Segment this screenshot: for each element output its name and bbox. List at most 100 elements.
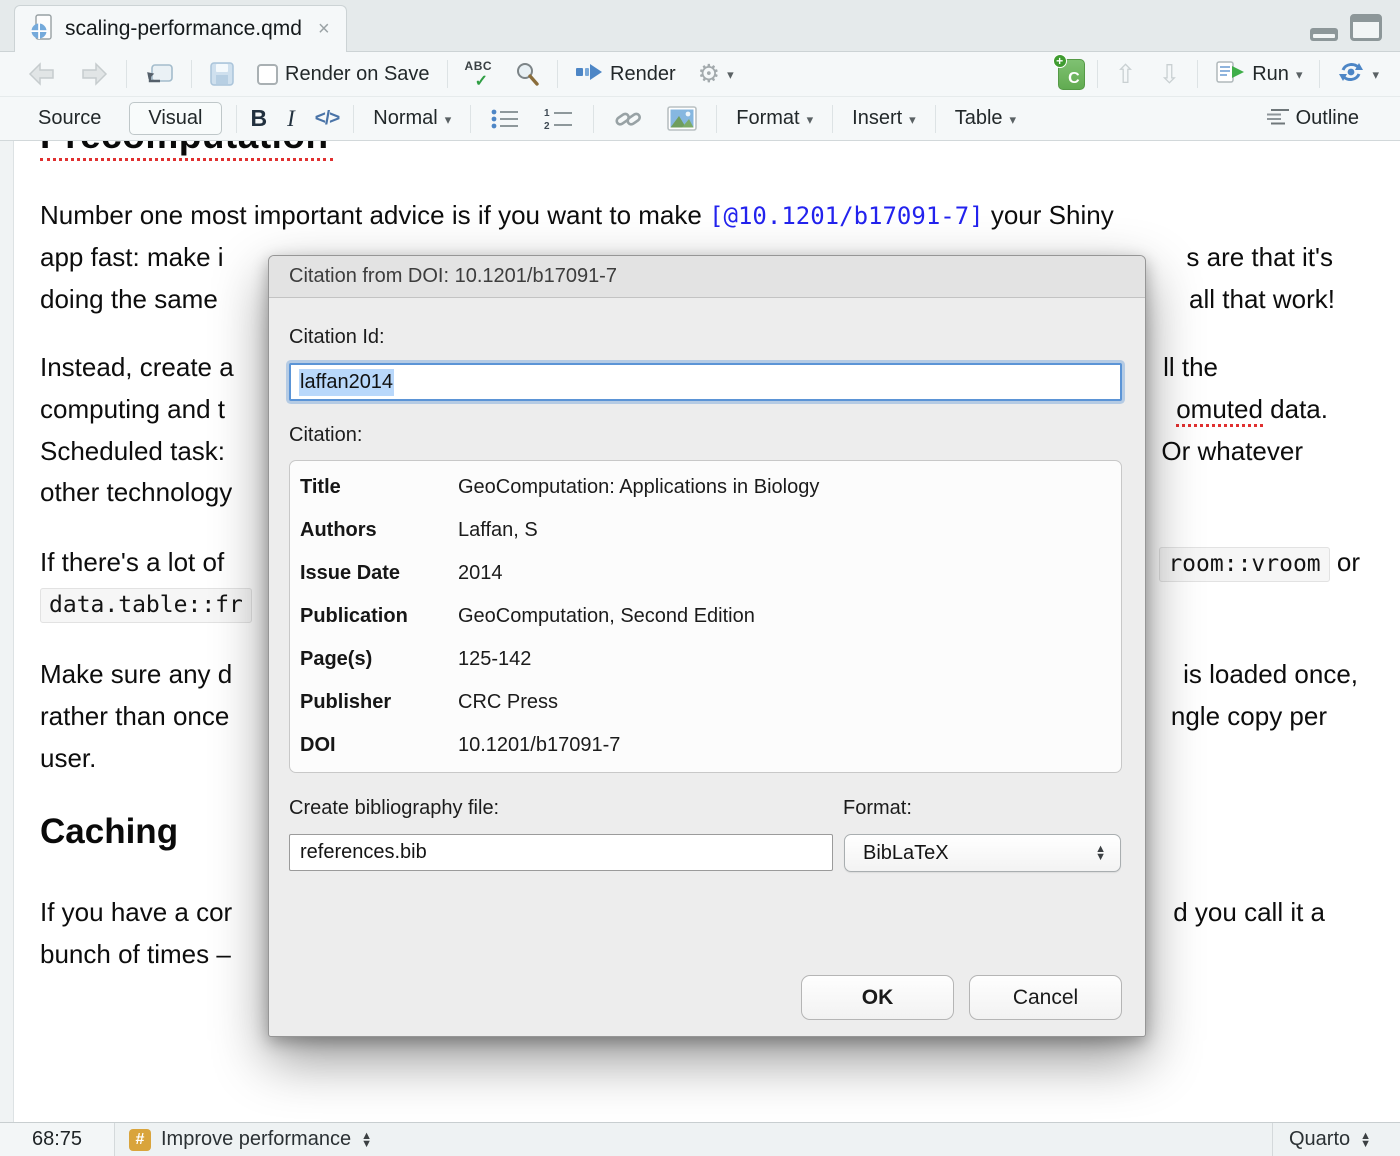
bibliography-file-label: Create bibliography file: (289, 797, 499, 820)
doc-line: user. (40, 743, 96, 774)
doc-line: is loaded once, (1183, 659, 1358, 690)
render-button[interactable]: Render (570, 57, 681, 92)
citation-id-input[interactable]: laffan2014 (289, 363, 1122, 401)
doc-line: computing and t (40, 394, 225, 425)
bibliography-file-input[interactable] (289, 834, 833, 871)
misspelled-word: omuted (1176, 394, 1263, 427)
outline-icon (1267, 107, 1289, 130)
doc-line: bunch of times – (40, 939, 231, 970)
doc-line: Instead, create a (40, 352, 234, 383)
mode-picker[interactable]: Quarto ▲▼ (1272, 1123, 1400, 1156)
render-options-button[interactable]: ⚙ ▾ (693, 59, 739, 90)
render-on-save-toggle[interactable]: Render on Save (252, 60, 435, 89)
doc-line: Scheduled task: (40, 436, 225, 467)
doc-line: d you call it a (1173, 897, 1325, 928)
doc-line: If you have a cor (40, 897, 232, 928)
inline-code-button[interactable]: </> (315, 108, 339, 130)
doc-line: Number one most important advice is if y… (40, 200, 1114, 231)
doc-line: room::vroom or (1159, 547, 1360, 578)
doc-line: other technology (40, 477, 232, 508)
chunk-c-glyph: C (1068, 70, 1080, 88)
doc-line: Make sure any d (40, 659, 232, 690)
format-label: Format: (843, 797, 912, 820)
citation-row: PublicationGeoComputation, Second Editio… (300, 605, 1111, 635)
main-toolbar: Render on Save ABC ✓ Render ⚙ ▾ + C ⇧ ⇩ (0, 52, 1400, 97)
save-icon[interactable] (204, 58, 240, 90)
section-picker[interactable]: # Improve performance ▲▼ (115, 1123, 386, 1156)
source-mode-button[interactable]: Source (24, 103, 115, 134)
ok-button[interactable]: OK (801, 975, 954, 1020)
format-select[interactable]: BibLaTeX ▲▼ (844, 834, 1121, 872)
cancel-button[interactable]: Cancel (969, 975, 1122, 1020)
caret-down-icon: ▾ (807, 110, 814, 128)
mode-label: Quarto (1289, 1128, 1350, 1151)
citation-row: Issue Date2014 (300, 562, 1111, 592)
render-icon (575, 60, 603, 89)
inline-code: room::vroom (1159, 547, 1329, 582)
doc-line: Or whatever (1161, 436, 1303, 467)
doc-line: omuted data. (1176, 394, 1328, 425)
forward-icon[interactable] (74, 58, 114, 90)
doc-line: rather than once (40, 701, 229, 732)
back-icon[interactable] (22, 58, 62, 90)
tab-scaling-performance[interactable]: scaling-performance.qmd × (14, 5, 347, 52)
spellcheck-icon[interactable]: ABC ✓ (460, 58, 498, 90)
minimize-window-icon[interactable] (1310, 28, 1338, 41)
insert-chunk-button[interactable]: + C (1058, 59, 1085, 90)
heading-caching: Caching (40, 812, 178, 852)
outline-toggle[interactable]: Outline (1262, 104, 1364, 133)
citation-token[interactable]: [@10.1201/b17091-7] (709, 202, 984, 230)
numbered-list-icon[interactable]: 1 2 (539, 104, 579, 134)
run-icon (1215, 60, 1245, 89)
quarto-file-icon (31, 13, 55, 46)
caret-down-icon: ▾ (1372, 65, 1379, 83)
tab-bar: scaling-performance.qmd × (0, 0, 1400, 52)
next-chunk-icon[interactable]: ⇩ (1153, 58, 1185, 90)
citation-row: Page(s)125-142 (300, 648, 1111, 678)
svg-text:1: 1 (544, 108, 550, 119)
link-icon[interactable] (608, 103, 648, 135)
tab-close-icon[interactable]: × (318, 18, 330, 41)
previous-chunk-icon[interactable]: ⇧ (1110, 58, 1142, 90)
caret-down-icon: ▾ (1296, 65, 1303, 83)
bullet-list-icon[interactable] (485, 104, 525, 134)
citation-row: DOI10.1201/b17091-7 (300, 734, 1111, 764)
doc-line: all that work! (1189, 284, 1335, 315)
insert-menu[interactable]: Insert ▾ (847, 104, 921, 133)
section-stepper-icon: ▲▼ (361, 1132, 372, 1148)
caret-down-icon: ▾ (1010, 110, 1017, 128)
render-on-save-checkbox[interactable] (257, 64, 278, 85)
search-icon[interactable] (509, 58, 545, 90)
open-in-new-window-icon[interactable] (139, 58, 179, 90)
doc-line: data.table::fr (40, 588, 252, 619)
doc-line: If there's a lot of (40, 547, 224, 578)
paragraph-style-dropdown[interactable]: Normal ▾ (368, 104, 456, 133)
gear-icon: ⚙ (698, 62, 720, 87)
inline-code: data.table::fr (40, 588, 252, 623)
image-icon[interactable] (662, 103, 702, 134)
bold-button[interactable]: B (251, 105, 268, 132)
maximize-window-icon[interactable] (1350, 14, 1382, 41)
format-menu[interactable]: Format ▾ (731, 104, 818, 133)
italic-button[interactable]: I (281, 106, 301, 132)
caret-down-icon: ▾ (727, 65, 734, 83)
dialog-title: Citation from DOI: 10.1201/b17091-7 (289, 265, 617, 288)
select-arrows-icon: ▲▼ (1095, 845, 1106, 861)
citation-label: Citation: (289, 424, 362, 447)
citation-row: PublisherCRC Press (300, 691, 1111, 721)
table-menu[interactable]: Table ▾ (950, 104, 1021, 133)
citation-row: TitleGeoComputation: Applications in Bio… (300, 476, 1111, 506)
dialog-title-bar: Citation from DOI: 10.1201/b17091-7 (269, 256, 1145, 298)
run-button[interactable]: Run ▾ (1210, 57, 1307, 92)
citation-preview-panel: TitleGeoComputation: Applications in Bio… (289, 460, 1122, 773)
rerun-button[interactable]: ▾ (1332, 56, 1384, 93)
section-label: Improve performance (161, 1128, 351, 1151)
run-label: Run (1252, 63, 1289, 86)
spellcheck-underline (40, 158, 333, 161)
visual-mode-button[interactable]: Visual (129, 102, 221, 135)
heading-hash-icon: # (129, 1129, 151, 1151)
doc-line: doing the same (40, 284, 218, 315)
svg-text:2: 2 (544, 121, 550, 131)
render-on-save-label: Render on Save (285, 63, 430, 86)
format-select-value: BibLaTeX (863, 842, 1095, 865)
